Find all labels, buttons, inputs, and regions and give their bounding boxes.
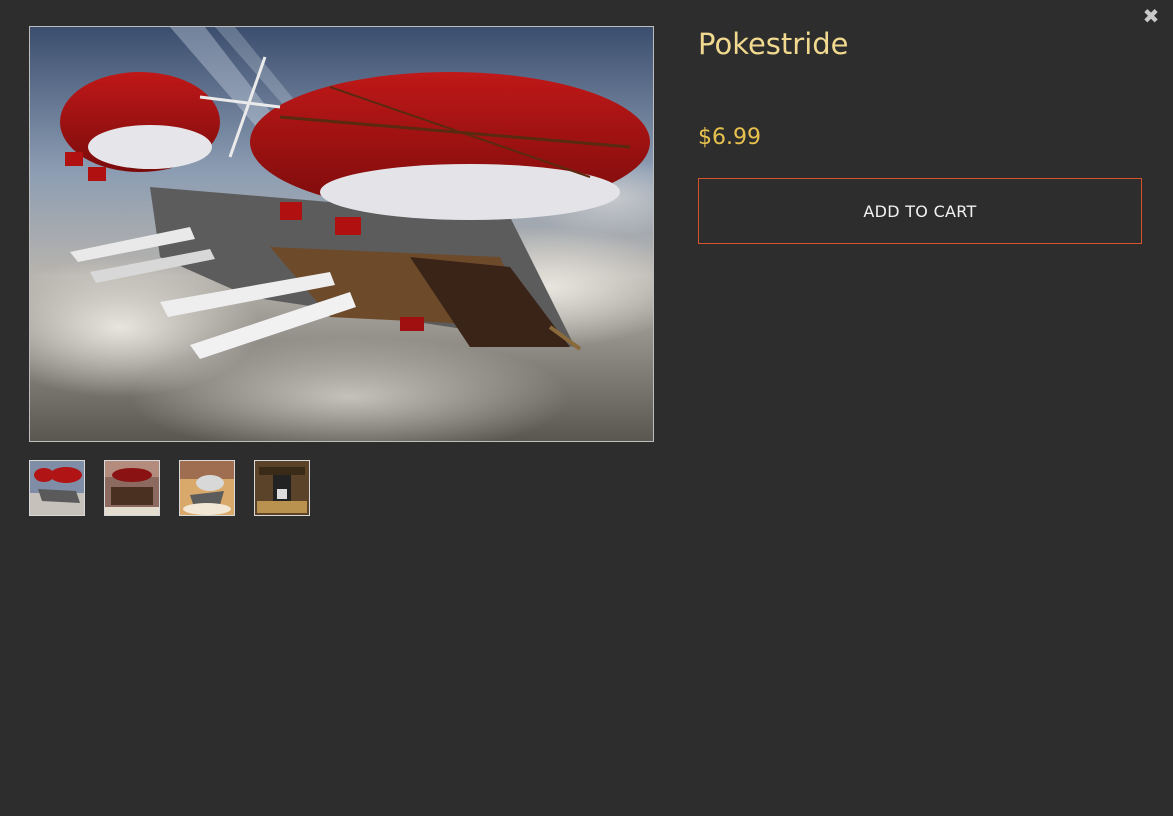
add-to-cart-button[interactable]: ADD TO CART xyxy=(698,178,1142,244)
product-modal: ✖ Pokestride $6.99 ADD TO CART xyxy=(0,0,1173,816)
close-icon[interactable]: ✖ xyxy=(1141,6,1161,26)
product-gallery xyxy=(29,26,654,516)
thumbnail-strip xyxy=(29,460,654,516)
main-product-image xyxy=(29,26,654,442)
product-title: Pokestride xyxy=(698,27,849,61)
thumbnail-4[interactable] xyxy=(254,460,310,516)
thumbnail-1[interactable] xyxy=(29,460,85,516)
product-price: $6.99 xyxy=(698,125,761,150)
product-info: Pokestride $6.99 ADD TO CART xyxy=(698,26,1142,244)
thumbnail-3[interactable] xyxy=(179,460,235,516)
thumbnail-2[interactable] xyxy=(104,460,160,516)
